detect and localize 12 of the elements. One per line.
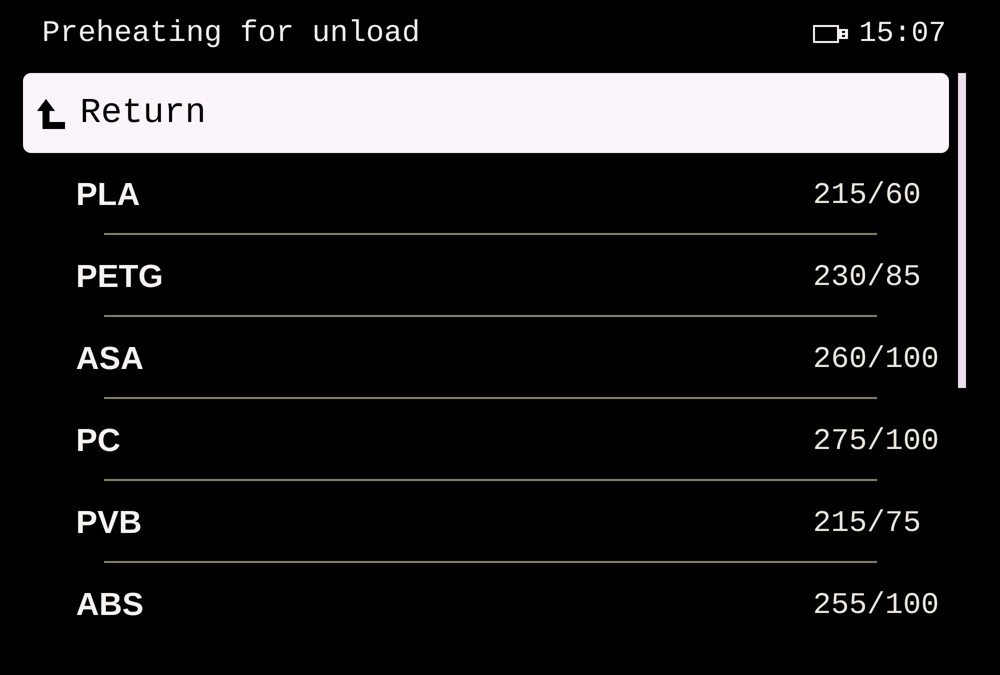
menu-item[interactable]: PVB 215/75	[23, 481, 949, 561]
screen-title: Preheating for unload	[42, 16, 420, 50]
menu-item[interactable]: PC 275/100	[23, 399, 949, 479]
menu-item[interactable]: ABS 255/100	[23, 563, 949, 643]
return-arrow-icon	[37, 99, 65, 129]
scrollbar[interactable]	[958, 73, 966, 388]
clock-time: 15:07	[858, 16, 946, 50]
menu-item[interactable]: PLA 215/60	[23, 153, 949, 233]
menu-item[interactable]: PETG 230/85	[23, 235, 949, 315]
menu-item[interactable]: Return	[23, 73, 949, 153]
menu-item[interactable]: ASA 260/100	[23, 317, 949, 397]
usb-drive-icon	[812, 24, 849, 42]
